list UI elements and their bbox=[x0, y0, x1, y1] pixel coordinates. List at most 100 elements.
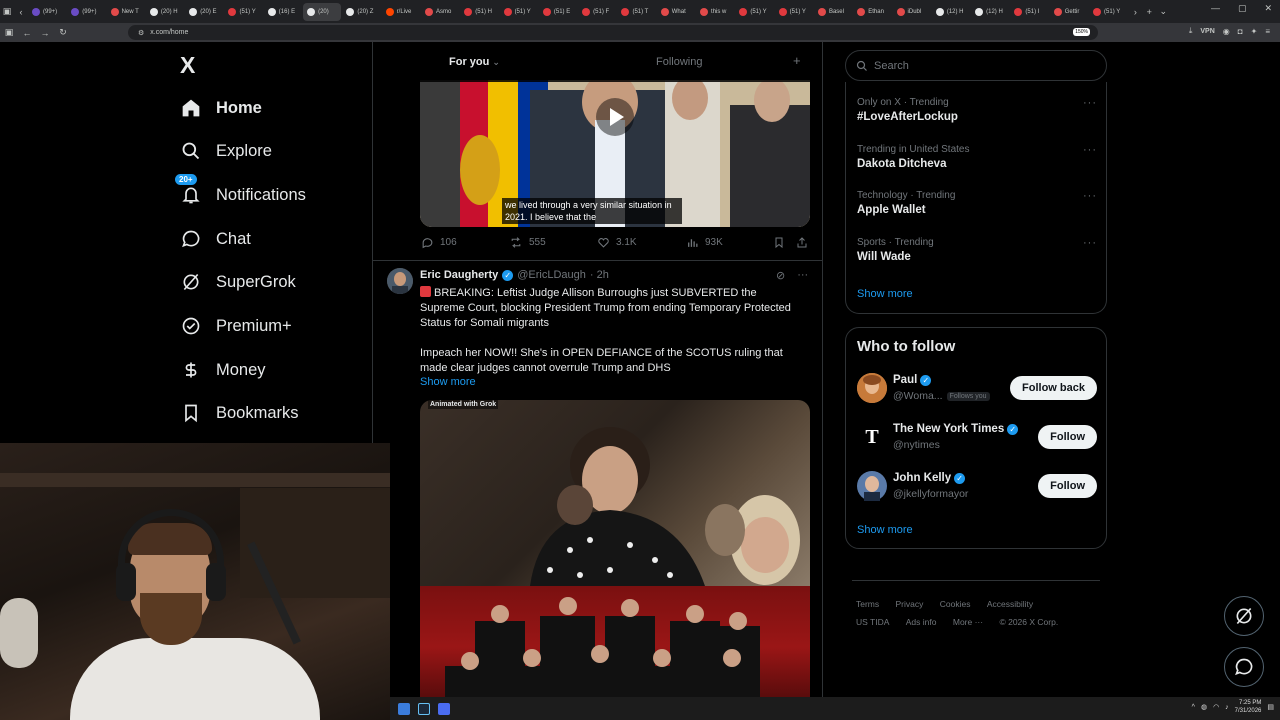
play-button[interactable] bbox=[596, 98, 634, 136]
tab-following[interactable]: Following bbox=[656, 56, 702, 68]
trend-item[interactable]: Trending in United States Dakota Ditchev… bbox=[857, 144, 1097, 170]
steam-icon[interactable] bbox=[418, 702, 430, 715]
post-time[interactable]: · 2h bbox=[590, 269, 609, 281]
footer-link-ads-info[interactable]: Ads info bbox=[906, 613, 937, 631]
app-icon[interactable] bbox=[438, 702, 450, 715]
profile-icon[interactable]: ◉ bbox=[1223, 27, 1230, 36]
grok-floating-button[interactable] bbox=[1224, 596, 1264, 636]
footer-link-us-tida[interactable]: US TIDA bbox=[856, 613, 889, 631]
share-button[interactable] bbox=[796, 236, 808, 249]
browser-tab[interactable]: (51) Y bbox=[735, 3, 773, 21]
repost-button[interactable]: 555 bbox=[509, 236, 546, 249]
post-handle[interactable]: @EricLDaugh bbox=[517, 269, 586, 281]
browser-tab[interactable]: (12) H bbox=[932, 3, 970, 21]
browser-tab[interactable]: (20) Z bbox=[342, 3, 380, 21]
show-more-link[interactable]: Show more bbox=[420, 376, 476, 388]
url-bar[interactable]: ⚙ x.com/home 150% bbox=[128, 25, 1098, 40]
browser-tab[interactable]: (51) Y bbox=[775, 3, 813, 21]
tray-app-icon[interactable]: ◍ bbox=[1201, 703, 1207, 711]
browser-tab[interactable]: (12) H bbox=[971, 3, 1009, 21]
bookmark-button[interactable] bbox=[773, 236, 785, 249]
follow-back-button[interactable]: Follow back bbox=[1010, 376, 1097, 400]
app-icon[interactable] bbox=[398, 702, 410, 715]
scroll-tabs-left-icon[interactable]: ‹ bbox=[14, 7, 28, 17]
browser-tab[interactable]: (99+) bbox=[67, 3, 105, 21]
more-options-icon[interactable]: ··· bbox=[1083, 190, 1097, 202]
chat-floating-button[interactable] bbox=[1224, 647, 1264, 687]
browser-tab[interactable]: Asmo bbox=[421, 3, 459, 21]
like-button[interactable]: 3.1K bbox=[597, 236, 637, 249]
post-media[interactable]: Animated with Grok bbox=[420, 400, 810, 697]
tab-list-button[interactable]: ▣ bbox=[0, 6, 14, 17]
browser-tab[interactable]: New T bbox=[107, 3, 145, 21]
avatar[interactable] bbox=[387, 268, 413, 294]
menu-icon[interactable]: ≡ bbox=[1265, 27, 1270, 36]
add-tab-icon[interactable]: + bbox=[793, 53, 801, 68]
browser-tab[interactable]: (20) E bbox=[185, 3, 223, 21]
scroll-tabs-right-icon[interactable]: › bbox=[1128, 7, 1142, 17]
browser-tab[interactable]: Gettir bbox=[1050, 3, 1088, 21]
more-options-icon[interactable]: ··· bbox=[797, 269, 808, 282]
more-options-icon[interactable]: ··· bbox=[1083, 144, 1097, 156]
follow-suggestion[interactable]: John Kelly ✓ @jkellyformayor Follow bbox=[857, 469, 1097, 503]
tab-search-icon[interactable]: ⌄ bbox=[1156, 6, 1170, 17]
forward-icon[interactable]: → bbox=[36, 28, 54, 38]
browser-tab[interactable]: this w bbox=[696, 3, 734, 21]
trends-show-more-link[interactable]: Show more bbox=[857, 288, 913, 300]
wallet-icon[interactable]: ◘ bbox=[1238, 27, 1243, 36]
volume-icon[interactable]: ♪ bbox=[1225, 704, 1229, 711]
follow-button[interactable]: Follow bbox=[1038, 474, 1097, 498]
minimize-icon[interactable]: — bbox=[1211, 3, 1220, 14]
tray-chevron-icon[interactable]: ^ bbox=[1192, 704, 1195, 711]
footer-link-terms[interactable]: Terms bbox=[856, 595, 879, 613]
new-tab-button[interactable]: + bbox=[1142, 7, 1156, 17]
search-box[interactable] bbox=[845, 50, 1107, 81]
views-button[interactable]: 93K bbox=[686, 236, 723, 249]
maximize-icon[interactable]: ▢ bbox=[1238, 3, 1247, 14]
close-icon[interactable]: ✕ bbox=[1264, 3, 1272, 14]
browser-tab[interactable]: Ethan bbox=[853, 3, 891, 21]
nav-item-supergrok[interactable]: SuperGrok bbox=[180, 267, 296, 297]
reload-icon[interactable]: ↻ bbox=[54, 27, 72, 38]
nav-item-premium[interactable]: Premium+ bbox=[180, 311, 292, 341]
browser-tab[interactable]: (20) bbox=[303, 2, 342, 21]
browser-tab[interactable]: (51) Y bbox=[224, 3, 262, 21]
trend-item[interactable]: Sports · Trending Will Wade ··· bbox=[857, 237, 1097, 263]
zoom-level[interactable]: 150% bbox=[1073, 28, 1090, 36]
avatar[interactable] bbox=[857, 471, 887, 501]
reply-button[interactable]: 106 bbox=[421, 236, 457, 249]
wifi-icon[interactable]: ◠ bbox=[1213, 703, 1219, 711]
footer-link-privacy[interactable]: Privacy bbox=[896, 595, 924, 613]
tab-for-you[interactable]: For you ⌄ bbox=[449, 56, 500, 68]
search-input[interactable] bbox=[874, 59, 1074, 72]
browser-tab[interactable]: (16) E bbox=[264, 3, 302, 21]
nav-item-explore[interactable]: Explore bbox=[180, 136, 272, 166]
browser-tab[interactable]: (51) F bbox=[578, 3, 616, 21]
post-video[interactable]: we lived through a very similar situatio… bbox=[420, 80, 810, 227]
browser-tab[interactable]: r/Live bbox=[382, 3, 420, 21]
browser-tab[interactable]: (51) H bbox=[460, 3, 498, 21]
url-text[interactable]: x.com/home bbox=[150, 29, 188, 36]
site-info-icon[interactable]: ⚙ bbox=[138, 29, 144, 37]
follow-suggestion[interactable]: Paul ✓ @Woma... Follows you Follow back bbox=[857, 371, 1097, 405]
download-icon[interactable]: ⤓ bbox=[1189, 26, 1193, 36]
browser-tab[interactable]: (51) Y bbox=[1089, 3, 1127, 21]
clock[interactable]: 7:25 PM 7/31/2026 bbox=[1235, 699, 1262, 715]
browser-tab[interactable]: What bbox=[657, 3, 695, 21]
x-logo[interactable]: X bbox=[180, 52, 195, 79]
trend-item[interactable]: Only on X · Trending #LoveAfterLockup ··… bbox=[857, 97, 1097, 123]
nav-item-home[interactable]: Home bbox=[180, 93, 262, 123]
trend-item[interactable]: Technology · Trending Apple Wallet ··· bbox=[857, 190, 1097, 216]
browser-tab[interactable]: (20) H bbox=[146, 3, 184, 21]
browser-tab[interactable]: (51) I bbox=[1010, 3, 1048, 21]
nav-item-notifications[interactable]: 20+ Notifications bbox=[175, 174, 306, 210]
grok-icon[interactable]: ⊘ bbox=[776, 269, 785, 282]
browser-tab[interactable]: (51) E bbox=[539, 3, 577, 21]
nav-item-bookmarks[interactable]: Bookmarks bbox=[180, 398, 299, 428]
browser-tab[interactable]: Basel bbox=[814, 3, 852, 21]
back-icon[interactable]: ← bbox=[18, 28, 36, 38]
footer-link-more[interactable]: More ··· bbox=[953, 613, 983, 631]
who-to-follow-show-more-link[interactable]: Show more bbox=[857, 524, 913, 536]
browser-tab[interactable]: (51) Y bbox=[500, 3, 538, 21]
more-options-icon[interactable]: ··· bbox=[1083, 97, 1097, 109]
